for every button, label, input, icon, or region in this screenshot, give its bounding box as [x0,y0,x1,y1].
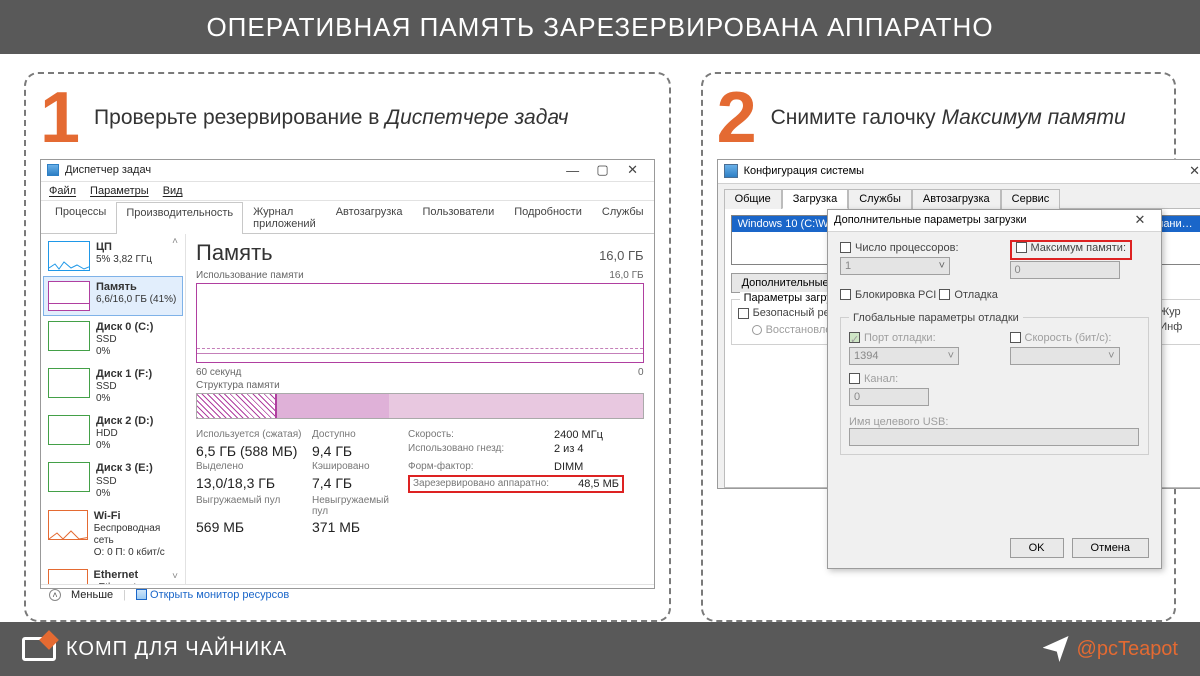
debug-checkbox[interactable]: Отладка [939,289,997,301]
close-button[interactable]: ✕ [1180,163,1200,179]
debug-channel-checkbox: Канал: [849,373,898,385]
tm-tabs: Процессы Производительность Журнал прило… [41,201,654,234]
max-memory-highlight: Максимум памяти: [1010,240,1133,260]
usb-target-input [849,428,1139,446]
sidebar-item-disk1[interactable]: Диск 1 (F:)SSD0% [43,363,183,410]
advdlg-titlebar[interactable]: Дополнительные параметры загрузки ✕ [828,210,1161,232]
max-memory-checkbox[interactable]: Максимум памяти: [1016,242,1127,254]
tab-tools[interactable]: Сервис [1001,189,1061,209]
close-button[interactable]: ✕ [618,162,648,178]
page-title: ОПЕРАТИВНАЯ ПАМЯТЬ ЗАРЕЗЕРВИРОВАНА АППАР… [0,0,1200,54]
scrollbar[interactable]: ˄˅ [168,236,182,582]
memory-stats: Используется (сжатая) Доступно Скорость:… [196,429,644,535]
step2-title: Снимите галочку Максимум памяти [771,106,1126,130]
cancel-button[interactable]: Отмена [1072,538,1149,558]
page-footer: КОМП ДЛЯ ЧАЙНИКА @pcTeapot [0,622,1200,676]
telegram-handle: @pcTeapot [1077,638,1178,661]
open-resource-monitor-link[interactable]: Открыть монитор ресурсов [136,589,289,601]
tm-sidebar: ЦП5% 3,82 ГГц Память6,6/16,0 ГБ (41%) Ди… [41,234,186,584]
sidebar-item-wifi[interactable]: Wi-FiБеспроводная сетьО: 0 П: 0 кбит/с [43,505,183,564]
fewer-details-button[interactable]: Меньше [71,589,113,601]
debug-port-select: 1394˅ [849,347,959,365]
global-debug-group: Глобальные параметры отладки ✓Порт отлад… [840,312,1149,455]
tm-footer: ˄ Меньше | Открыть монитор ресурсов [41,584,654,605]
step1-panel: 1 Проверьте резервирование в Диспетчере … [24,72,671,622]
pci-lock-checkbox[interactable]: Блокировка PCI [840,289,936,301]
msconfig-icon [724,164,738,178]
tab-app-history[interactable]: Журнал приложений [243,201,326,233]
num-processors-checkbox[interactable]: Число процессоров: [840,242,959,254]
tm-main: Память 16,0 ГБ Использование памяти 16,0 … [186,234,654,584]
sidebar-item-disk2[interactable]: Диск 2 (D:)HDD0% [43,410,183,457]
tab-performance[interactable]: Производительность [116,202,243,234]
tab-startup[interactable]: Автозагрузка [326,201,413,233]
laptop-icon [22,637,56,661]
debug-speed-checkbox: Скорость (бит/с): [1010,332,1112,344]
maximize-button[interactable]: ▢ [588,162,618,178]
menu-options[interactable]: Параметры [90,185,149,197]
task-manager-icon [47,164,59,176]
task-manager-window: Диспетчер задач — ▢ ✕ Файл Параметры Вид… [40,159,655,589]
brand-label: КОМП ДЛЯ ЧАЙНИКА [66,638,287,661]
close-button[interactable]: ✕ [1125,212,1155,228]
menu-view[interactable]: Вид [163,185,183,197]
chevron-down-icon: ˅ [948,350,954,362]
tab-users[interactable]: Пользователи [412,201,504,233]
memory-heading: Память [196,240,273,266]
tab-services[interactable]: Службы [848,189,912,209]
msconfig-title: Конфигурация системы [744,165,865,177]
num-processors-select: 1˅ [840,257,950,275]
sidebar-item-memory[interactable]: Память6,6/16,0 ГБ (41%) [43,276,183,316]
menu-file[interactable]: Файл [49,185,76,197]
sidebar-item-ethernet[interactable]: EthernetvEthernet (Ethernet) [43,564,183,584]
memory-usage-graph [196,283,644,363]
tab-general[interactable]: Общие [724,189,782,209]
step2-number: 2 [717,86,757,151]
usage-label: Использование памяти [196,270,304,281]
global-debug-legend: Глобальные параметры отладки [849,312,1023,324]
step1-number: 1 [40,86,80,151]
tab-processes[interactable]: Процессы [45,201,116,233]
msconfig-titlebar[interactable]: Конфигурация системы ✕ [718,160,1200,184]
usage-right: 16,0 ГБ [609,270,643,281]
step1-title: Проверьте резервирование в Диспетчере за… [94,106,568,130]
debug-port-checkbox: ✓Порт отладки: [849,332,936,344]
telegram-link[interactable]: @pcTeapot [1043,636,1178,662]
debug-channel-input: 0 [849,388,929,406]
tab-services[interactable]: Службы [592,201,654,233]
chevron-down-icon: ˅ [939,260,945,272]
usb-target-label: Имя целевого USB: [849,416,1140,428]
memory-composition [196,393,644,419]
axis-left: 60 секунд [196,367,241,378]
hardware-reserved-highlight: Зарезервировано аппаратно: 48,5 МБ [408,475,624,493]
tm-title: Диспетчер задач [65,164,151,176]
debug-speed-select: ˅ [1010,347,1120,365]
memory-total: 16,0 ГБ [599,248,643,263]
sidebar-item-disk0[interactable]: Диск 0 (C:)SSD0% [43,316,183,363]
tm-menu: Файл Параметры Вид [41,182,654,201]
sidebar-item-cpu[interactable]: ЦП5% 3,82 ГГц [43,236,183,276]
step2-panel: 2 Снимите галочку Максимум памяти Конфиг… [701,72,1176,622]
struct-label: Структура памяти [196,380,280,391]
minimize-button[interactable]: — [558,163,588,178]
tm-titlebar[interactable]: Диспетчер задач — ▢ ✕ [41,160,654,182]
axis-right: 0 [638,367,644,378]
max-memory-input: 0 [1010,261,1120,279]
tab-startup[interactable]: Автозагрузка [912,189,1001,209]
ok-button[interactable]: OK [1010,538,1064,558]
tab-details[interactable]: Подробности [504,201,592,233]
resource-monitor-icon [136,589,147,600]
advdlg-title: Дополнительные параметры загрузки [834,214,1027,226]
advanced-boot-dialog: Дополнительные параметры загрузки ✕ Числ… [827,209,1162,569]
sidebar-item-disk3[interactable]: Диск 3 (E:)SSD0% [43,457,183,504]
telegram-icon [1043,636,1069,662]
collapse-icon[interactable]: ˄ [49,589,61,601]
chevron-down-icon: ˅ [1108,350,1114,362]
tab-boot[interactable]: Загрузка [782,189,848,209]
footer-logo: КОМП ДЛЯ ЧАЙНИКА [22,637,287,661]
msconfig-tabs: Общие Загрузка Службы Автозагрузка Серви… [718,184,1200,208]
